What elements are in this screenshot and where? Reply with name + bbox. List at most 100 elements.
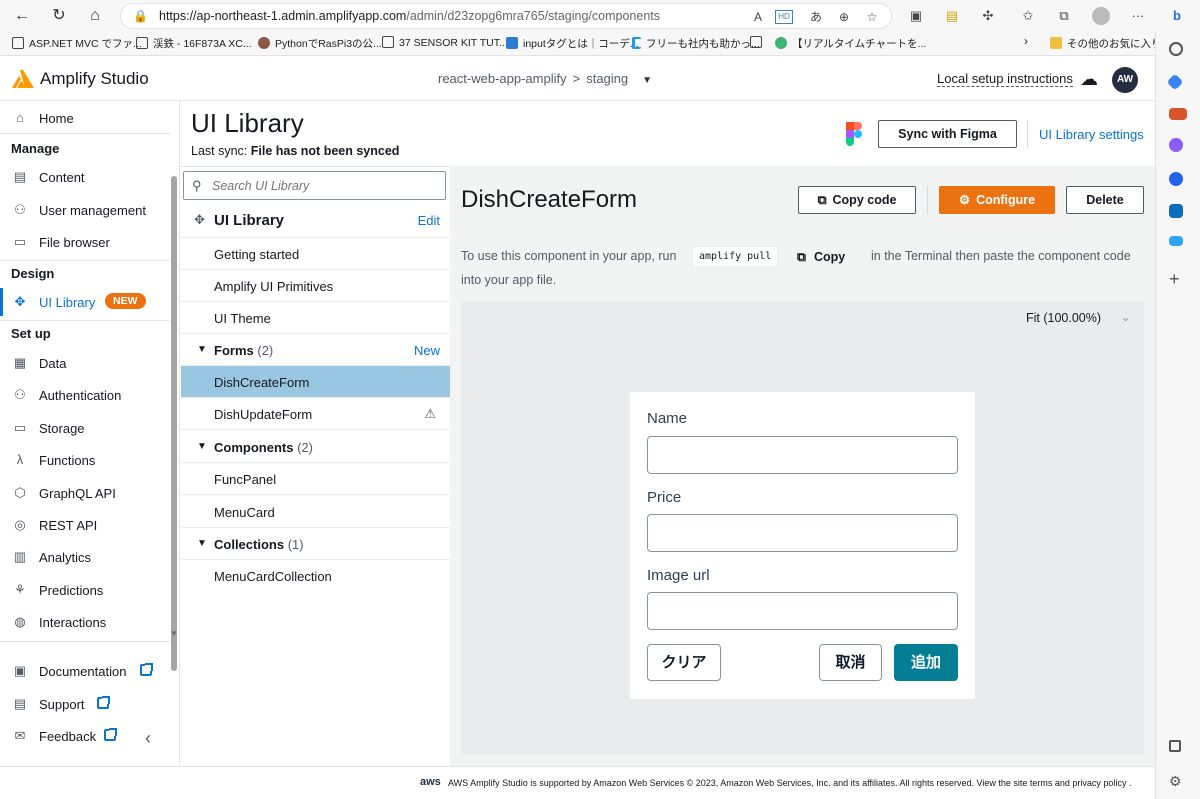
bookmark[interactable]: 渓鉄 - 16F873A XC... bbox=[136, 36, 252, 51]
nav-home[interactable]: ⌂ Home bbox=[0, 104, 168, 132]
group-components[interactable]: ▼ Components (2) bbox=[181, 431, 450, 463]
edit-link[interactable]: Edit bbox=[418, 213, 440, 228]
bookmark[interactable]: 【リアルタイムチャートを... bbox=[775, 36, 926, 51]
favorite-add-icon[interactable]: ☆ bbox=[863, 8, 881, 26]
copy-command-button[interactable]: ⧉ Copy bbox=[797, 250, 845, 265]
nav-content[interactable]: ▤ Content bbox=[0, 163, 168, 191]
list-item-funcpanel[interactable]: FuncPanel bbox=[181, 463, 450, 495]
ui-library-settings-link[interactable]: UI Library settings bbox=[1039, 127, 1144, 142]
submit-button[interactable]: 追加 bbox=[894, 644, 958, 681]
hd-icon[interactable]: HD bbox=[775, 10, 793, 24]
bing-icon[interactable]: b bbox=[1165, 4, 1189, 28]
toolbox-icon[interactable] bbox=[1169, 108, 1187, 120]
component-title: DishCreateForm bbox=[461, 186, 638, 213]
library-root[interactable]: ✥ UI Library Edit bbox=[181, 204, 450, 238]
bookmarks-overflow-icon[interactable]: › bbox=[1024, 34, 1028, 48]
bookmark[interactable]: inputタグとは｜コーデ... bbox=[506, 36, 639, 51]
office-icon[interactable] bbox=[1169, 172, 1183, 186]
outlook-icon[interactable] bbox=[1169, 204, 1183, 218]
nav-data[interactable]: ▦ Data bbox=[0, 349, 168, 377]
group-collections[interactable]: ▼ Collections (1) bbox=[181, 528, 450, 560]
caret-down-icon[interactable]: ▼ bbox=[197, 441, 207, 452]
nav-user-management[interactable]: ⚇ User management bbox=[0, 196, 168, 224]
bookmark[interactable] bbox=[750, 36, 767, 49]
search-input[interactable] bbox=[212, 176, 437, 196]
search-field[interactable]: ⚲ bbox=[183, 171, 446, 200]
drop-icon[interactable] bbox=[1169, 236, 1183, 246]
sync-figma-button[interactable]: Sync with Figma bbox=[878, 120, 1017, 148]
read-aloud-icon[interactable]: A bbox=[749, 8, 767, 26]
nav-ui-library[interactable]: ✥ UI Library NEW bbox=[0, 288, 168, 316]
nav-analytics[interactable]: ▥ Analytics bbox=[0, 543, 168, 571]
group-forms[interactable]: ▼ Forms (2) New bbox=[181, 334, 450, 366]
list-item-dishcreateform[interactable]: DishCreateForm bbox=[181, 366, 450, 398]
address-bar[interactable]: 🔒 https://ap-northeast-1.admin.amplifyap… bbox=[120, 3, 892, 29]
cancel-button[interactable]: 取消 bbox=[819, 644, 882, 681]
more-icon[interactable]: ··· bbox=[1126, 4, 1150, 28]
list-item-theme[interactable]: UI Theme bbox=[181, 302, 450, 334]
clear-button[interactable]: クリア bbox=[647, 644, 721, 681]
sidebar-toggle-icon[interactable] bbox=[1169, 740, 1181, 752]
last-sync-value: File has not been synced bbox=[250, 144, 400, 158]
home-icon[interactable]: ⌂ bbox=[83, 4, 107, 28]
settings-icon[interactable]: ⚙ bbox=[1169, 772, 1187, 790]
nav-support[interactable]: ▤ Support bbox=[0, 690, 168, 718]
bookmark[interactable]: ASP.NET MVC でファ... bbox=[12, 36, 142, 51]
feedback-icon: ✉ bbox=[14, 728, 26, 743]
caret-down-icon[interactable]: ▼ bbox=[197, 538, 207, 549]
copy-code-button[interactable]: ⧉ Copy code bbox=[798, 186, 916, 214]
search-icon[interactable] bbox=[1169, 42, 1183, 56]
brand-title[interactable]: Amplify Studio bbox=[40, 69, 149, 89]
translate-icon[interactable]: あ bbox=[807, 8, 825, 26]
extension-icon[interactable]: ▤ bbox=[940, 4, 964, 28]
refresh-icon[interactable]: ↻ bbox=[47, 4, 71, 28]
nav-documentation[interactable]: ▣ Documentation bbox=[0, 657, 168, 685]
zoom-icon[interactable]: ⊕ bbox=[835, 8, 853, 26]
cloud-upload-icon[interactable]: ☁ bbox=[1080, 69, 1098, 90]
puzzle-icon[interactable]: ✣ bbox=[976, 4, 1000, 28]
bookmark-folder[interactable]: その他のお気に入り bbox=[1050, 36, 1162, 51]
nav-file-browser[interactable]: ▭ File browser bbox=[0, 228, 168, 256]
list-item-menucardcollection[interactable]: MenuCardCollection bbox=[181, 560, 450, 592]
games-icon[interactable] bbox=[1169, 138, 1183, 152]
bookmark[interactable]: PythonでRasPi3の公... bbox=[258, 36, 382, 51]
breadcrumb-app[interactable]: react-web-app-amplify bbox=[438, 71, 567, 86]
favorites-icon[interactable]: ✩ bbox=[1016, 4, 1040, 28]
profile-icon[interactable] bbox=[1089, 4, 1113, 28]
bookmark[interactable]: 37 SENSOR KIT TUT... bbox=[382, 36, 508, 49]
caret-down-icon[interactable]: ▼ bbox=[197, 344, 207, 355]
list-item-getting-started[interactable]: Getting started bbox=[181, 238, 450, 270]
nav-interactions[interactable]: ◍ Interactions bbox=[0, 608, 168, 636]
image-url-field[interactable] bbox=[647, 592, 958, 630]
zoom-select[interactable]: Fit (100.00%) bbox=[1026, 311, 1101, 325]
nav-predictions[interactable]: ⚘ Predictions bbox=[0, 576, 168, 604]
collections-icon[interactable]: ⧉ bbox=[1052, 4, 1076, 28]
extensions-icon[interactable]: ▣ bbox=[904, 4, 928, 28]
nav-functions[interactable]: λ Functions bbox=[0, 446, 168, 474]
bookmark[interactable]: フリーも社内も助かっ... bbox=[632, 36, 760, 51]
chevron-down-icon[interactable]: ⌄ bbox=[1121, 311, 1130, 324]
back-icon[interactable]: ← bbox=[10, 4, 34, 28]
list-item-primitives[interactable]: Amplify UI Primitives bbox=[181, 270, 450, 302]
avatar[interactable]: AW bbox=[1112, 67, 1138, 93]
scrollbar[interactable] bbox=[171, 176, 177, 671]
nav-storage[interactable]: ▭ Storage bbox=[0, 414, 168, 442]
collapse-chevron-icon[interactable]: ‹ bbox=[145, 728, 151, 749]
list-item-menucard[interactable]: MenuCard bbox=[181, 496, 450, 528]
add-icon[interactable]: + bbox=[1169, 270, 1187, 288]
tag-icon[interactable] bbox=[1166, 73, 1184, 91]
nav-authentication[interactable]: ⚇ Authentication bbox=[0, 381, 168, 409]
configure-button[interactable]: ⚙ Configure bbox=[939, 186, 1055, 214]
scroll-down-icon[interactable]: ▼ bbox=[170, 629, 178, 638]
nav-rest-api[interactable]: ◎ REST API bbox=[0, 511, 168, 539]
name-field[interactable] bbox=[647, 436, 958, 474]
local-setup-link[interactable]: Local setup instructions bbox=[937, 71, 1073, 87]
delete-button[interactable]: Delete bbox=[1066, 186, 1144, 214]
new-form-link[interactable]: New bbox=[414, 343, 440, 358]
list-item-dishupdateform[interactable]: DishUpdateForm ⚠ bbox=[181, 398, 450, 430]
nav-feedback[interactable]: ✉ Feedback bbox=[0, 722, 168, 750]
chevron-down-icon[interactable]: ▼ bbox=[642, 75, 652, 86]
nav-graphql[interactable]: ⬡ GraphQL API bbox=[0, 479, 168, 507]
price-field[interactable] bbox=[647, 514, 958, 552]
breadcrumb-env[interactable]: staging bbox=[586, 71, 628, 86]
